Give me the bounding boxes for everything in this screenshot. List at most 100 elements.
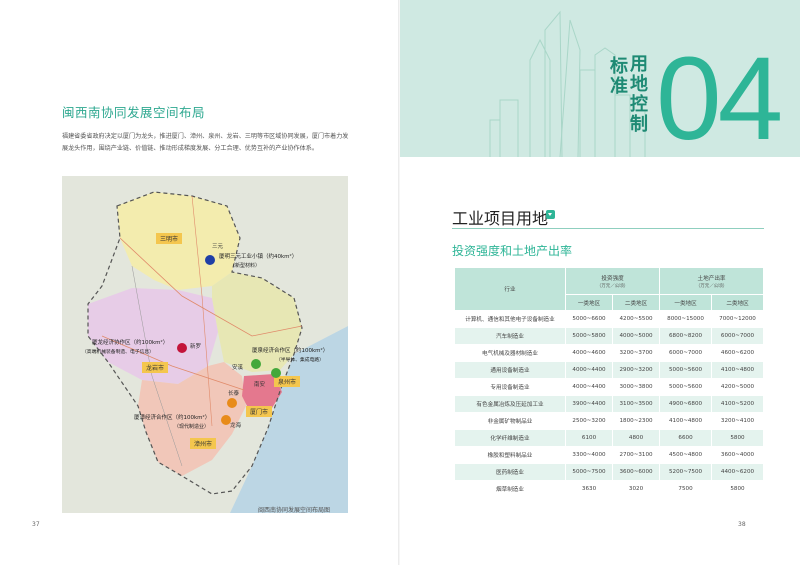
value-cell: 4800 (613, 430, 660, 446)
town-label-sanyuan: 三元 (212, 243, 224, 250)
subheader-class1: 一类地区 (660, 295, 712, 310)
group1-unit: （万元／公顷） (596, 283, 629, 289)
value-cell: 4000~4400 (566, 379, 613, 395)
regional-map: 三明市 龙岩市 漳州市 厦门市 泉州市 三元 新罗 安溪 南安 长泰 龙海 厦明… (62, 176, 348, 513)
value-cell: 6100 (566, 430, 613, 446)
town-label-changtai: 长泰 (228, 389, 240, 397)
value-cell: 7000~12000 (712, 311, 763, 327)
chapter-number: 04 (656, 33, 783, 157)
industry-cell: 烟草制造业 (455, 481, 565, 497)
value-cell: 5000~5600 (660, 379, 712, 395)
town-label-longhai: 龙海 (230, 421, 242, 429)
zone-sub-sanyuan: （新型材料） (230, 262, 260, 269)
zone-marker-xiaquan-b (271, 368, 281, 378)
zone-label-xialong: 厦龙经济协作区（约100km²） (92, 338, 168, 346)
value-cell: 5800 (712, 481, 763, 497)
table-row: 医药制造业 5000~7500 3600~6000 5200~7500 4400… (455, 464, 763, 480)
value-cell: 4100~4800 (712, 362, 763, 378)
value-cell: 4100~4800 (660, 413, 712, 429)
value-cell: 4600~6200 (712, 345, 763, 361)
map-graphic: 三明市 龙岩市 漳州市 厦门市 泉州市 三元 新罗 安溪 南安 长泰 龙海 厦明… (62, 176, 348, 513)
town-label-xinluo: 新罗 (190, 342, 201, 350)
value-cell: 6000~7000 (660, 345, 712, 361)
city-label-zhangzhou: 漳州市 (194, 440, 212, 448)
value-cell: 4400~6200 (712, 464, 763, 480)
city-label-xiamen: 厦门市 (250, 408, 268, 416)
page-heading: 工业项目用地 (452, 209, 549, 228)
city-label-longyan: 龙岩市 (146, 364, 164, 372)
table-row: 有色金属冶炼及压延加工业 3900~4400 3100~3500 4900~68… (455, 396, 763, 412)
chapter-header-band: 用地控制 标准 04 (400, 0, 800, 157)
value-cell: 4100~5200 (712, 396, 763, 412)
industry-cell: 专用设备制造业 (455, 379, 565, 395)
value-cell: 5000~7500 (566, 464, 613, 480)
value-cell: 3600~6000 (613, 464, 660, 480)
subheader-class2: 二类地区 (712, 295, 763, 310)
zone-marker-sanyuan (205, 255, 215, 265)
city-label-quanzhou: 泉州市 (278, 378, 296, 386)
value-cell: 4000~4600 (566, 345, 613, 361)
value-cell: 4500~4800 (660, 447, 712, 463)
value-cell: 6000~7000 (712, 328, 763, 344)
industry-cell: 通用设备制造业 (455, 362, 565, 378)
subheader-class1: 一类地区 (566, 295, 613, 310)
value-cell: 3000~3800 (613, 379, 660, 395)
value-cell: 5800 (712, 430, 763, 446)
industry-cell: 汽车制造业 (455, 328, 565, 344)
zone-marker-xiazhang-a (227, 398, 237, 408)
value-cell: 2700~3100 (613, 447, 660, 463)
value-cell: 4900~6800 (660, 396, 712, 412)
value-cell: 5000~5800 (566, 328, 613, 344)
intro-paragraph: 福建省委省政府决定以厦门为龙头，推进厦门、漳州、泉州、龙岩、三明等市区域协同发展… (62, 133, 349, 152)
table-subtitle: 投资强度和土地产出率 (452, 244, 573, 258)
page-number-left: 37 (32, 521, 40, 528)
value-cell: 6600 (660, 430, 712, 446)
town-label-anxi: 安溪 (232, 363, 244, 371)
right-page: 用地控制 标准 04 工业项目用地 投资强度和土地产出率 行业 投资强度 （万元… (400, 0, 800, 565)
table-row: 专用设备制造业 4000~4400 3000~3800 5000~5600 42… (455, 379, 763, 395)
industry-cell: 化学纤维制造业 (455, 430, 565, 446)
value-cell: 3200~3700 (613, 345, 660, 361)
value-cell: 3100~3500 (613, 396, 660, 412)
zone-sub-xialong: （高端机械装备制造、电子信息） (82, 348, 154, 355)
group2-unit: （万元／公顷） (695, 283, 728, 289)
zone-label-xiaquan: 厦泉经济合作区（约100km²） (252, 346, 328, 354)
zone-label-sanyuan: 厦明三元工业小镇（约40km²） (219, 252, 297, 260)
table-row: 汽车制造业 5000~5800 4000~5000 6800~8200 6000… (455, 328, 763, 344)
industry-cell: 计算机、通信和其他电子设备制造业 (455, 311, 565, 327)
table-row: 计算机、通信和其他电子设备制造业 5000~6600 4200~5500 800… (455, 311, 763, 327)
group2-title: 土地产出率 (697, 275, 726, 282)
land-use-table: 行业 投资强度 （万元／公顷） 土地产出率 （万元／公顷） 一类地区 二类地区 … (454, 267, 764, 498)
value-cell: 5000~6600 (566, 311, 613, 327)
value-cell: 5000~5600 (660, 362, 712, 378)
header-title-vertical-2: 标准 (607, 56, 628, 96)
chevron-down-icon (546, 210, 555, 219)
table-row: 电气机械及器材制造业 4000~4600 3200~3700 6000~7000… (455, 345, 763, 361)
table-row: 橡胶和塑料制品业 3300~4000 2700~3100 4500~4800 3… (455, 447, 763, 463)
value-cell: 4200~5000 (712, 379, 763, 395)
industry-cell: 非金属矿物制品业 (455, 413, 565, 429)
value-cell: 4000~4400 (566, 362, 613, 378)
value-cell: 4000~5000 (613, 328, 660, 344)
industry-cell: 橡胶和塑料制品业 (455, 447, 565, 463)
value-cell: 8000~15000 (660, 311, 712, 327)
value-cell: 2500~3200 (566, 413, 613, 429)
table-row: 烟草制造业 3630 3020 7500 5800 (455, 481, 763, 497)
town-label-nanan: 南安 (254, 380, 266, 388)
header-land-output: 土地产出率 （万元／公顷） (660, 268, 763, 294)
industry-cell: 电气机械及器材制造业 (455, 345, 565, 361)
subheader-class2: 二类地区 (613, 295, 660, 310)
value-cell: 3600~4000 (712, 447, 763, 463)
value-cell: 5200~7500 (660, 464, 712, 480)
value-cell: 1800~2300 (613, 413, 660, 429)
page-number-right: 38 (738, 521, 746, 528)
value-cell: 6800~8200 (660, 328, 712, 344)
value-cell: 4200~5500 (613, 311, 660, 327)
value-cell: 3630 (566, 481, 613, 497)
header-industry: 行业 (455, 268, 565, 310)
zone-marker-xiaquan-a (251, 359, 261, 369)
value-cell: 3020 (613, 481, 660, 497)
industry-cell: 医药制造业 (455, 464, 565, 480)
industry-cell: 有色金属冶炼及压延加工业 (455, 396, 565, 412)
header-investment-intensity: 投资强度 （万元／公顷） (566, 268, 660, 294)
